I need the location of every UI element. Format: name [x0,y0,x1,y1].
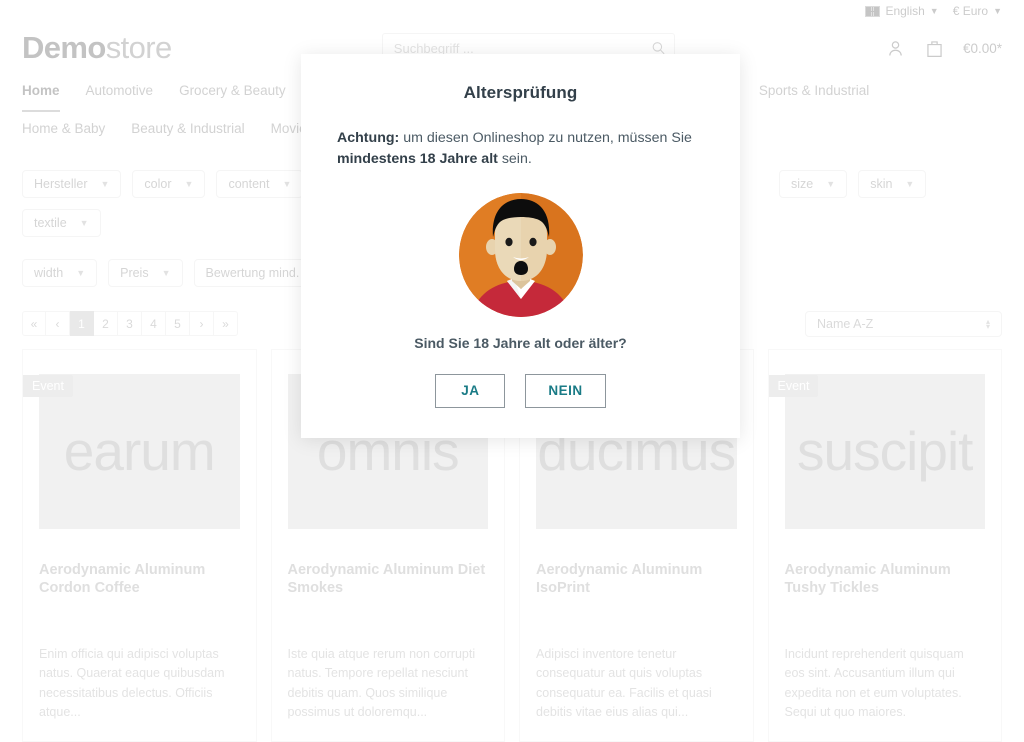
confirm-no-button[interactable]: NEIN [525,374,605,408]
modal-body-text: Achtung: um diesen Onlineshop zu nutzen,… [337,128,704,171]
age-verification-modal: Altersprüfung Achtung: um diesen Onlines… [301,54,740,438]
modal-title: Altersprüfung [337,83,704,103]
confirm-yes-button[interactable]: JA [435,374,505,408]
modal-body-bold-2: mindestens 18 Jahre alt [337,151,498,167]
avatar-illustration [459,193,583,317]
avatar-container [337,193,704,317]
modal-question: Sind Sie 18 Jahre alt oder älter? [337,335,704,351]
modal-body-text-2: sein. [498,151,532,167]
modal-body-text-1: um diesen Onlineshop zu nutzen, müssen S… [399,130,692,146]
modal-actions: JA NEIN [337,374,704,408]
modal-body-bold-1: Achtung: [337,130,399,146]
